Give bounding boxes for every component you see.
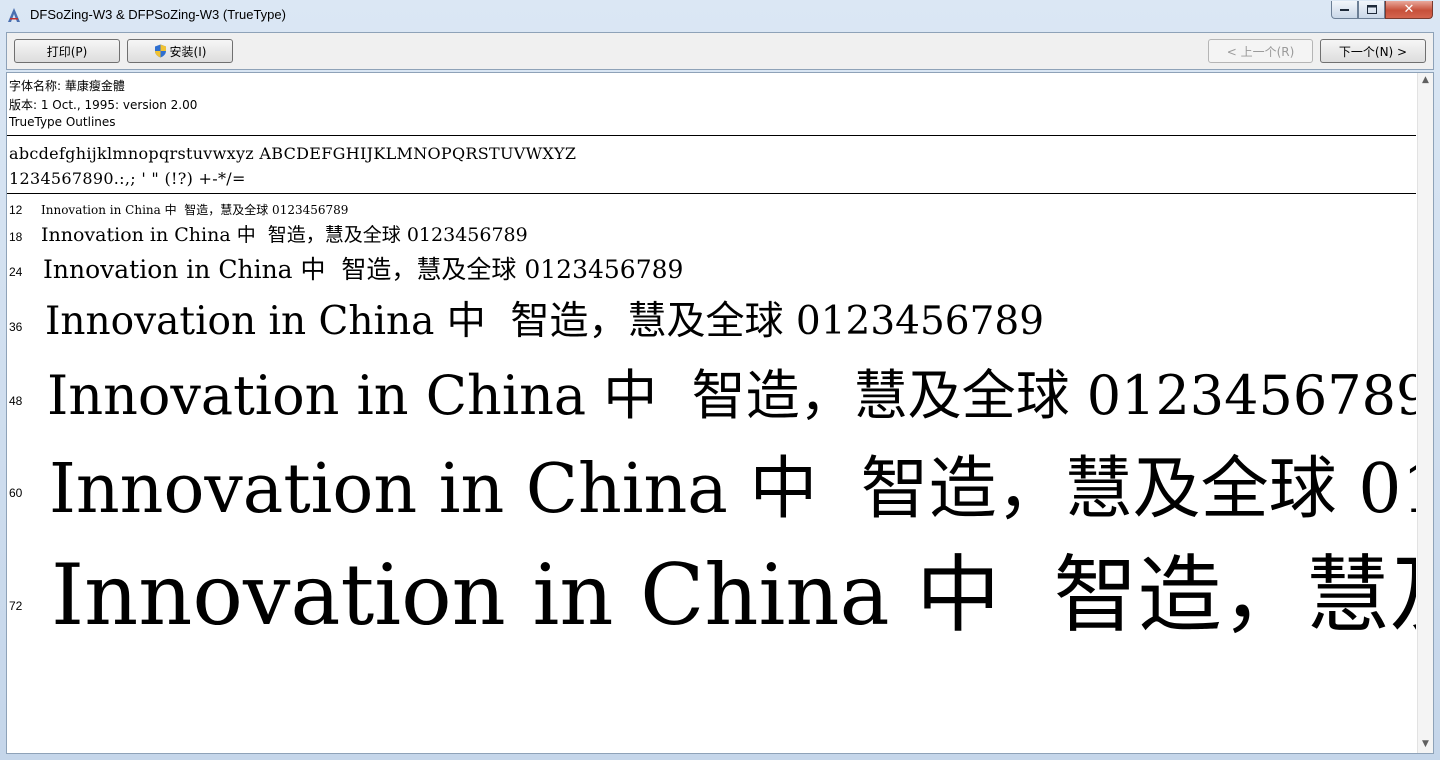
next-button-label: 下一个(N) > — [1338, 44, 1408, 59]
print-button-label: 打印(P) — [46, 44, 88, 59]
size-label-72: 72 — [9, 599, 23, 613]
close-icon: ✕ — [1403, 2, 1415, 17]
maximize-button[interactable] — [1358, 1, 1385, 19]
window-title: DFSoZing-W3 & DFPSoZing-W3 (TrueType) — [30, 7, 286, 22]
print-button[interactable]: 打印(P) — [14, 39, 120, 63]
sample-text-36: Innovation in China 中 智造，慧及全球 0123456789 — [45, 299, 1045, 344]
charset-digits-symbols: 1234567890.:,; ' " (!?) +-*/= — [9, 169, 246, 188]
font-version-line: 版本: 1 Oct., 1995: version 2.00 — [9, 98, 198, 112]
sample-text-48: Innovation in China 中 智造，慧及全球 0123456789 — [47, 364, 1416, 427]
uac-shield-icon — [154, 44, 166, 58]
maximize-icon — [1359, 1, 1384, 18]
scroll-up-icon[interactable]: ▲ — [1422, 75, 1429, 85]
font-app-icon — [8, 8, 20, 22]
size-label-36: 36 — [9, 320, 23, 334]
size-label-60: 60 — [9, 486, 23, 500]
title-bar[interactable]: DFSoZing-W3 & DFPSoZing-W3 (TrueType) ✕ — [0, 0, 1440, 30]
charset-letters: abcdefghijklmnopqrstuvwxyz ABCDEFGHIJKLM… — [9, 144, 577, 163]
font-preview-pane[interactable]: 字体名称: 華康瘦金體 版本: 1 Oct., 1995: version 2.… — [6, 72, 1434, 754]
font-viewer-window: DFSoZing-W3 & DFPSoZing-W3 (TrueType) ✕ … — [0, 0, 1440, 760]
sample-text-12: Innovation in China 中 智造，慧及全球 0123456789 — [41, 203, 349, 217]
sample-text-24: Innovation in China 中 智造，慧及全球 0123456789 — [43, 255, 684, 284]
size-label-12: 12 — [9, 203, 23, 217]
next-button[interactable]: 下一个(N) > — [1320, 39, 1426, 63]
toolbar: 打印(P) 安装(I) < 上一个(R) 下一个(N) > — [6, 32, 1434, 70]
sample-text-72: Innovation in China 中 智造，慧及全球 0123456789 — [51, 546, 1416, 644]
divider — [7, 193, 1416, 194]
minimize-icon — [1332, 1, 1357, 18]
vertical-scrollbar[interactable]: ▲ ▼ — [1417, 73, 1433, 753]
divider — [7, 135, 1416, 136]
sample-text-60: Innovation in China 中 智造，慧及全球 0123456789 — [49, 450, 1416, 529]
install-button[interactable]: 安装(I) — [127, 39, 233, 63]
font-type-line: TrueType Outlines — [9, 115, 116, 129]
install-button-label: 安装(I) — [169, 44, 207, 59]
font-name-line: 字体名称: 華康瘦金體 — [9, 79, 125, 93]
close-button[interactable]: ✕ — [1385, 1, 1433, 19]
scroll-down-icon[interactable]: ▼ — [1422, 739, 1429, 749]
minimize-button[interactable] — [1331, 1, 1358, 19]
preview-area: 字体名称: 華康瘦金體 版本: 1 Oct., 1995: version 2.… — [7, 73, 1416, 753]
size-label-18: 18 — [9, 230, 23, 244]
size-label-48: 48 — [9, 394, 23, 408]
previous-button-label: < 上一个(R) — [1226, 44, 1295, 59]
previous-button[interactable]: < 上一个(R) — [1208, 39, 1313, 63]
sample-text-18: Innovation in China 中 智造，慧及全球 0123456789 — [41, 224, 528, 246]
size-label-24: 24 — [9, 265, 23, 279]
